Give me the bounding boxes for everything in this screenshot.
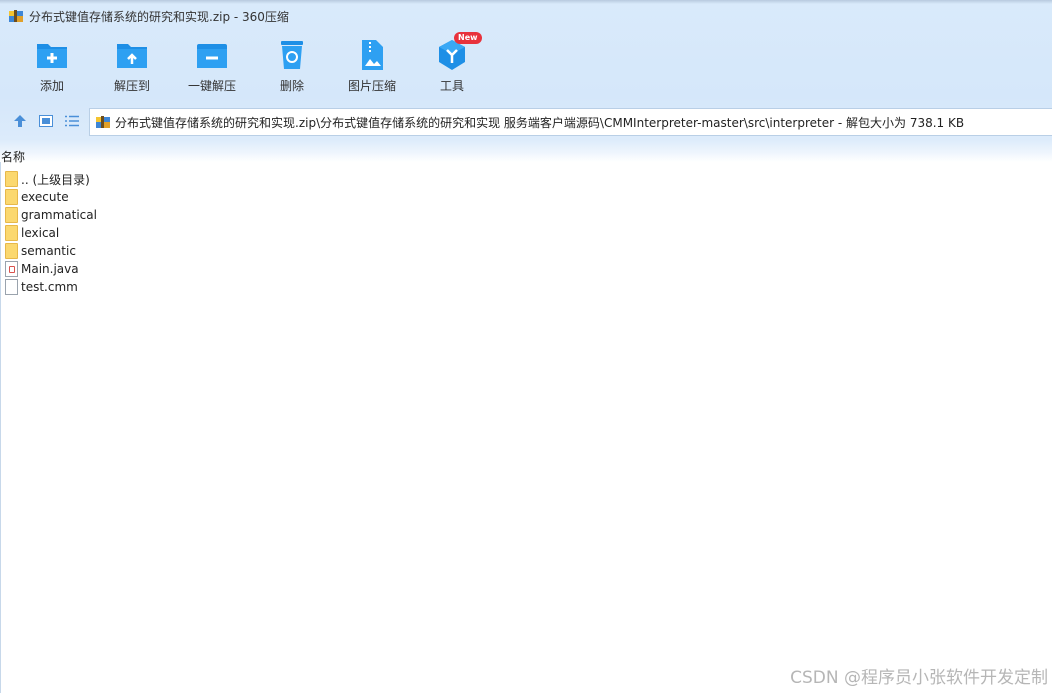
new-badge: New — [454, 32, 482, 44]
up-arrow-icon[interactable] — [11, 112, 29, 130]
top-shadow — [0, 0, 1052, 4]
list-item-lexical[interactable]: lexical — [5, 224, 97, 242]
file-name: lexical — [21, 226, 60, 240]
title-bar: 分布式键值存储系统的研究和实现.zip - 360压缩 — [0, 6, 600, 26]
tools-label: 工具 — [439, 79, 464, 93]
list-item-grammatical[interactable]: grammatical — [5, 206, 97, 224]
delete-button[interactable]: 删除 — [252, 38, 332, 98]
watermark: CSDN @程序员小张软件开发定制 — [790, 668, 1048, 688]
list-item-test-cmm[interactable]: test.cmm — [5, 278, 97, 296]
delete-label: 删除 — [279, 79, 304, 93]
toolbar: 添加 解压到 一键解压 删除 图片压缩 New 工具 — [12, 32, 492, 98]
file-name: semantic — [21, 244, 76, 258]
add-button[interactable]: 添加 — [12, 38, 92, 98]
java-file-icon — [5, 261, 18, 277]
tools-cube-icon: New — [434, 32, 482, 72]
folder-icon — [5, 243, 18, 259]
one-click-extract-label: 一键解压 — [187, 79, 236, 93]
list-item-parent-dir[interactable]: .. (上级目录) — [5, 170, 97, 188]
add-label: 添加 — [39, 79, 64, 93]
image-compress-label: 图片压缩 — [347, 79, 396, 93]
file-name: test.cmm — [21, 280, 78, 294]
column-header-name[interactable]: 名称 — [1, 148, 25, 165]
window-title: 分布式键值存储系统的研究和实现.zip - 360压缩 — [29, 9, 289, 24]
zip-archive-icon — [95, 114, 111, 130]
current-path: 分布式键值存储系统的研究和实现.zip\分布式键值存储系统的研究和实现 服务端客… — [115, 115, 965, 130]
list-item-main-java[interactable]: Main.java — [5, 260, 97, 278]
thumbnail-view-icon[interactable] — [37, 112, 55, 130]
folder-icon — [5, 225, 18, 241]
list-view-icon[interactable] — [63, 112, 81, 130]
extract-to-button[interactable]: 解压到 — [92, 38, 172, 98]
file-name: grammatical — [21, 208, 97, 222]
tools-button[interactable]: New 工具 — [412, 32, 492, 98]
file-name: Main.java — [21, 262, 79, 276]
file-list: .. (上级目录) execute grammatical lexical se… — [5, 170, 97, 296]
extract-to-label: 解压到 — [113, 79, 150, 93]
one-click-extract-icon — [194, 38, 230, 72]
recycle-bin-icon — [274, 38, 310, 72]
extract-to-icon — [114, 38, 150, 72]
image-compress-icon — [354, 38, 390, 72]
file-name: execute — [21, 190, 69, 204]
list-item-execute[interactable]: execute — [5, 188, 97, 206]
left-border — [0, 162, 1, 693]
folder-icon — [5, 171, 18, 187]
folder-icon — [5, 189, 18, 205]
file-icon — [5, 279, 18, 295]
zip-archive-icon — [8, 8, 24, 24]
one-click-extract-button[interactable]: 一键解压 — [172, 38, 252, 98]
window-chrome: 分布式键值存储系统的研究和实现.zip - 360压缩 添加 解压到 一键解压 … — [0, 0, 1052, 162]
navigation-row: 分布式键值存储系统的研究和实现.zip\分布式键值存储系统的研究和实现 服务端客… — [0, 108, 1052, 136]
folder-icon — [5, 207, 18, 223]
address-bar[interactable]: 分布式键值存储系统的研究和实现.zip\分布式键值存储系统的研究和实现 服务端客… — [89, 108, 1052, 136]
list-item-semantic[interactable]: semantic — [5, 242, 97, 260]
add-folder-icon — [34, 38, 70, 72]
file-name: .. (上级目录) — [21, 172, 90, 187]
image-compress-button[interactable]: 图片压缩 — [332, 38, 412, 98]
